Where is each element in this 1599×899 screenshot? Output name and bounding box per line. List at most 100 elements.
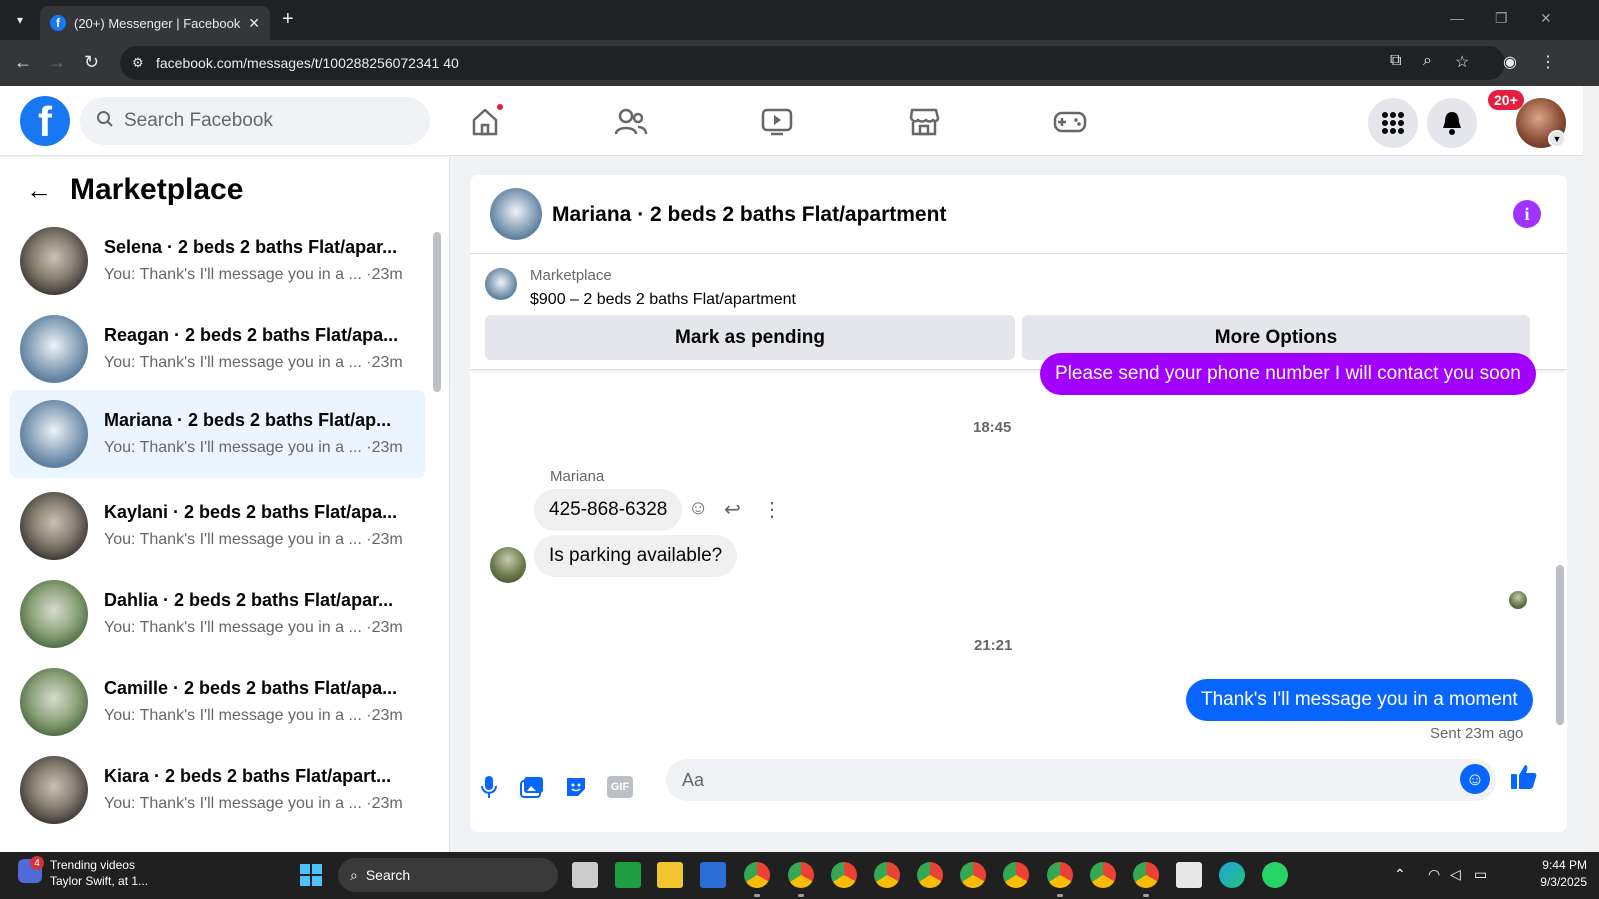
- home-icon[interactable]: [465, 102, 505, 142]
- conversation-name: Kaylani · 2 beds 2 baths Flat/apa...: [104, 502, 398, 522]
- profile-icon[interactable]: ◉: [1503, 52, 1517, 72]
- marketplace-icon[interactable]: [904, 102, 944, 142]
- volume-icon[interactable]: ◁: [1450, 866, 1461, 883]
- conversation-item[interactable]: Camille · 2 beds 2 baths Flat/apa... You…: [10, 658, 425, 746]
- outgoing-message[interactable]: Please send your phone number I will con…: [1040, 353, 1536, 395]
- react-emoji-icon[interactable]: ☺: [688, 497, 708, 520]
- menu-grid-icon[interactable]: [1368, 98, 1418, 148]
- reply-icon[interactable]: ↩: [724, 497, 741, 522]
- listing-price-title[interactable]: $900 – 2 beds 2 baths Flat/apartment: [530, 291, 796, 309]
- search-icon: [96, 110, 114, 133]
- message-input[interactable]: Aa: [666, 759, 1496, 801]
- whatsapp-icon[interactable]: [1262, 862, 1288, 888]
- chrome-icon[interactable]: [960, 862, 986, 888]
- chrome-icon[interactable]: [1090, 862, 1116, 888]
- conversation-item[interactable]: Reagan · 2 beds 2 baths Flat/apa... You:…: [10, 305, 425, 393]
- conversation-item[interactable]: Dahlia · 2 beds 2 baths Flat/apar... You…: [10, 570, 425, 658]
- listing-thumbnail: [20, 756, 88, 824]
- store-icon[interactable]: [700, 862, 726, 888]
- battery-icon[interactable]: ▭: [1474, 866, 1487, 883]
- chrome-icon[interactable]: [874, 862, 900, 888]
- info-icon[interactable]: i: [1513, 200, 1541, 228]
- video-icon[interactable]: [757, 102, 797, 142]
- forward-icon[interactable]: →: [48, 52, 66, 73]
- file-explorer-icon[interactable]: [657, 862, 683, 888]
- sender-avatar[interactable]: [490, 547, 526, 583]
- sheets-app-icon[interactable]: [615, 862, 641, 888]
- chrome-icon[interactable]: [831, 862, 857, 888]
- windows-start-icon[interactable]: [300, 864, 322, 886]
- window-close-icon[interactable]: ✕: [1540, 10, 1552, 27]
- task-view-icon[interactable]: [572, 862, 598, 888]
- facebook-logo[interactable]: f: [20, 96, 70, 146]
- facebook-header: f Search Facebook 20+ ▼: [0, 86, 1583, 156]
- chrome-menu-icon[interactable]: ⋮: [1540, 52, 1556, 72]
- url-text: facebook.com/messages/t/100288256072341 …: [156, 55, 459, 71]
- edge-icon[interactable]: [1219, 862, 1245, 888]
- outgoing-message[interactable]: Thank's I'll message you in a moment: [1186, 679, 1533, 721]
- conversation-snippet: You: Thank's I'll message you in a ... ·…: [104, 354, 403, 371]
- install-app-icon[interactable]: ⧉: [1390, 52, 1401, 70]
- conversation-item[interactable]: Kiara · 2 beds 2 baths Flat/apart... You…: [10, 746, 425, 834]
- taskbar-clock[interactable]: 9:44 PM 9/3/2025: [1517, 858, 1587, 889]
- friends-icon[interactable]: [611, 102, 651, 142]
- sidebar-scroll-thumb[interactable]: [433, 232, 441, 392]
- conversation-item-active[interactable]: Mariana · 2 beds 2 baths Flat/ap... You:…: [10, 390, 425, 478]
- gif-icon[interactable]: GIF: [606, 773, 634, 801]
- more-actions-icon[interactable]: ⋮: [762, 497, 782, 522]
- chrome-icon[interactable]: [744, 862, 770, 888]
- chat-header: Mariana · 2 beds 2 baths Flat/apartment …: [470, 175, 1567, 254]
- thumbs-up-icon[interactable]: [1510, 763, 1538, 798]
- widgets-subtitle[interactable]: Taylor Swift, at 1...: [50, 874, 148, 888]
- chat-title[interactable]: Mariana · 2 beds 2 baths Flat/apartment: [552, 203, 946, 227]
- notifications-bell-icon[interactable]: [1427, 98, 1477, 148]
- bookmark-star-icon[interactable]: ☆: [1455, 52, 1469, 72]
- site-info-icon[interactable]: ⚙: [132, 55, 144, 71]
- chrome-icon[interactable]: [788, 862, 814, 888]
- account-chevron-down-icon[interactable]: ▼: [1548, 130, 1566, 148]
- conversation-item[interactable]: Kaylani · 2 beds 2 baths Flat/apa... You…: [10, 482, 425, 570]
- timestamp: 21:21: [974, 637, 1013, 654]
- new-tab-button[interactable]: +: [282, 8, 294, 31]
- restore-icon[interactable]: ❐: [1495, 10, 1508, 27]
- page-scrollbar[interactable]: [1583, 86, 1599, 852]
- microphone-icon[interactable]: [475, 773, 503, 801]
- back-arrow-icon[interactable]: ←: [26, 175, 52, 206]
- chat-scroll-thumb[interactable]: [1556, 565, 1564, 725]
- back-icon[interactable]: ←: [14, 52, 32, 73]
- mark-as-pending-button[interactable]: Mark as pending: [485, 315, 1015, 360]
- wifi-icon[interactable]: ◠: [1428, 866, 1440, 883]
- sidebar-scrollbar[interactable]: [432, 217, 442, 851]
- incoming-message[interactable]: Is parking available?: [534, 535, 738, 577]
- tray-chevron-up-icon[interactable]: ⌃: [1394, 866, 1406, 883]
- reload-icon[interactable]: ↻: [84, 52, 99, 73]
- notifications-badge: 20+: [1488, 90, 1524, 110]
- widgets-title[interactable]: Trending videos: [50, 858, 135, 872]
- chrome-icon[interactable]: [1003, 862, 1029, 888]
- tab-close-icon[interactable]: ✕: [248, 15, 260, 32]
- chrome-icon[interactable]: [1047, 862, 1073, 888]
- tab-search-button[interactable]: ▾: [8, 8, 32, 32]
- address-bar[interactable]: ⚙ facebook.com/messages/t/10028825607234…: [120, 46, 1505, 80]
- minimize-icon[interactable]: —: [1450, 10, 1464, 26]
- taskbar-search[interactable]: ⌕ Search: [338, 858, 558, 892]
- running-indicator: [1143, 894, 1149, 897]
- sender-name: Mariana: [550, 468, 605, 485]
- chat-scrollbar[interactable]: [1555, 375, 1565, 745]
- chrome-icon[interactable]: [917, 862, 943, 888]
- zoom-icon[interactable]: ⌕: [1423, 52, 1432, 70]
- emoji-icon[interactable]: ☺: [1460, 764, 1490, 794]
- incoming-message[interactable]: 425-868-6328: [534, 489, 683, 531]
- browser-tab-messenger[interactable]: f (20+) Messenger | Facebook ✕: [40, 6, 270, 40]
- chrome-icon[interactable]: [1133, 862, 1159, 888]
- facebook-search-input[interactable]: Search Facebook: [80, 97, 430, 145]
- clock-time: 9:44 PM: [1542, 858, 1587, 872]
- listing-thumbnail[interactable]: [485, 268, 517, 300]
- conversation-item[interactable]: Selena · 2 beds 2 baths Flat/apar... You…: [10, 217, 425, 305]
- sticker-icon[interactable]: [562, 773, 590, 801]
- photo-icon[interactable]: [518, 773, 546, 801]
- snipping-tool-icon[interactable]: [1176, 862, 1202, 888]
- running-indicator: [1057, 894, 1063, 897]
- gaming-icon[interactable]: [1050, 102, 1090, 142]
- chat-avatar[interactable]: [490, 188, 542, 240]
